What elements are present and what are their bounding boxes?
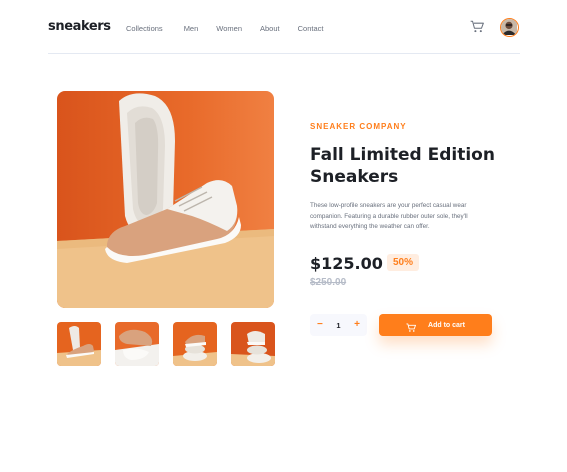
- original-price: $250.00: [310, 277, 347, 288]
- discount-badge: 50%: [387, 254, 420, 271]
- product-title: Fall Limited Edition Sneakers: [310, 145, 495, 187]
- header-divider: [48, 53, 520, 54]
- nav-item-contact[interactable]: Contact: [298, 24, 324, 33]
- thumbnail-list: [57, 322, 275, 366]
- current-price: $125.00: [310, 254, 383, 273]
- cart-icon: [406, 320, 417, 332]
- add-to-cart-label: Add to cart: [428, 321, 465, 329]
- increase-quantity-button[interactable]: +: [354, 320, 360, 330]
- main-product-image[interactable]: [57, 91, 274, 308]
- logo[interactable]: sneakers: [48, 19, 111, 34]
- nav-item-women[interactable]: Women: [216, 24, 242, 33]
- nav-item-men[interactable]: Men: [184, 24, 199, 33]
- company-label: SNEAKER COMPANY: [310, 122, 407, 131]
- quantity-value: 1: [336, 320, 341, 330]
- thumbnail-2[interactable]: [115, 322, 159, 366]
- thumbnail-3[interactable]: [173, 322, 217, 366]
- avatar[interactable]: [500, 18, 519, 37]
- nav-item-about[interactable]: About: [260, 24, 280, 33]
- nav-item-collections[interactable]: Collections: [126, 24, 163, 33]
- main-nav: Collections Men Women About Contact: [126, 24, 341, 33]
- add-to-cart-button[interactable]: Add to cart: [379, 314, 492, 336]
- thumbnail-1[interactable]: [57, 322, 101, 366]
- cart-icon[interactable]: [470, 20, 484, 34]
- decrease-quantity-button[interactable]: −: [317, 320, 323, 330]
- thumbnail-4[interactable]: [231, 322, 275, 366]
- quantity-stepper: − 1 +: [310, 314, 367, 336]
- product-description: These low-profile sneakers are your perf…: [310, 202, 468, 230]
